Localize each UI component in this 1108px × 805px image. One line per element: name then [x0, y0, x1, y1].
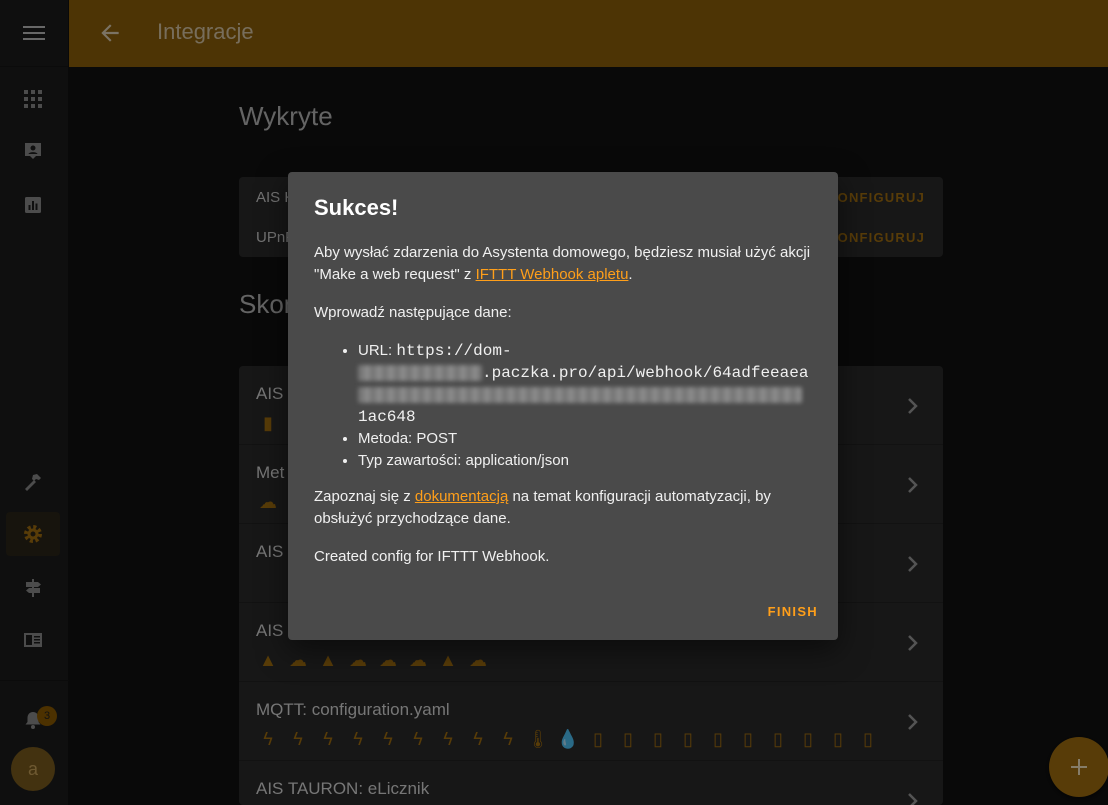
- dialog-text: .: [628, 266, 633, 283]
- webhook-url: https://dom-: [396, 342, 512, 360]
- ifttt-applet-link[interactable]: IFTTT Webhook apletu: [476, 266, 629, 283]
- dialog-title: Sukces!: [314, 195, 399, 220]
- redacted-text: [358, 387, 802, 404]
- dialog-created-text: Created config for IFTTT Webhook.: [314, 548, 550, 565]
- finish-button[interactable]: FINISH: [768, 604, 818, 619]
- documentation-link[interactable]: dokumentacją: [415, 488, 508, 505]
- dialog-instructions: Aby wysłać zdarzenia do Asystenta domowe…: [314, 242, 814, 286]
- webhook-url: 1ac648: [358, 408, 416, 426]
- webhook-details-list: URL: https://dom- .paczka.pro/api/webhoo…: [340, 340, 810, 472]
- url-label: URL:: [358, 342, 397, 359]
- success-dialog: Sukces! Aby wysłać zdarzenia do Asystent…: [288, 172, 838, 640]
- list-item: URL: https://dom- .paczka.pro/api/webhoo…: [358, 340, 810, 428]
- webhook-url: .paczka.pro/api/webhook/64adfeeaea: [482, 364, 809, 382]
- dialog-text: Zapoznaj się z: [314, 488, 415, 505]
- dialog-enter-data-label: Wprowadź następujące dane:: [314, 304, 512, 321]
- list-item: Typ zawartości: application/json: [358, 450, 810, 472]
- dialog-docs-text: Zapoznaj się z dokumentacją na temat kon…: [314, 486, 814, 530]
- list-item: Metoda: POST: [358, 428, 810, 450]
- redacted-text: [358, 365, 482, 382]
